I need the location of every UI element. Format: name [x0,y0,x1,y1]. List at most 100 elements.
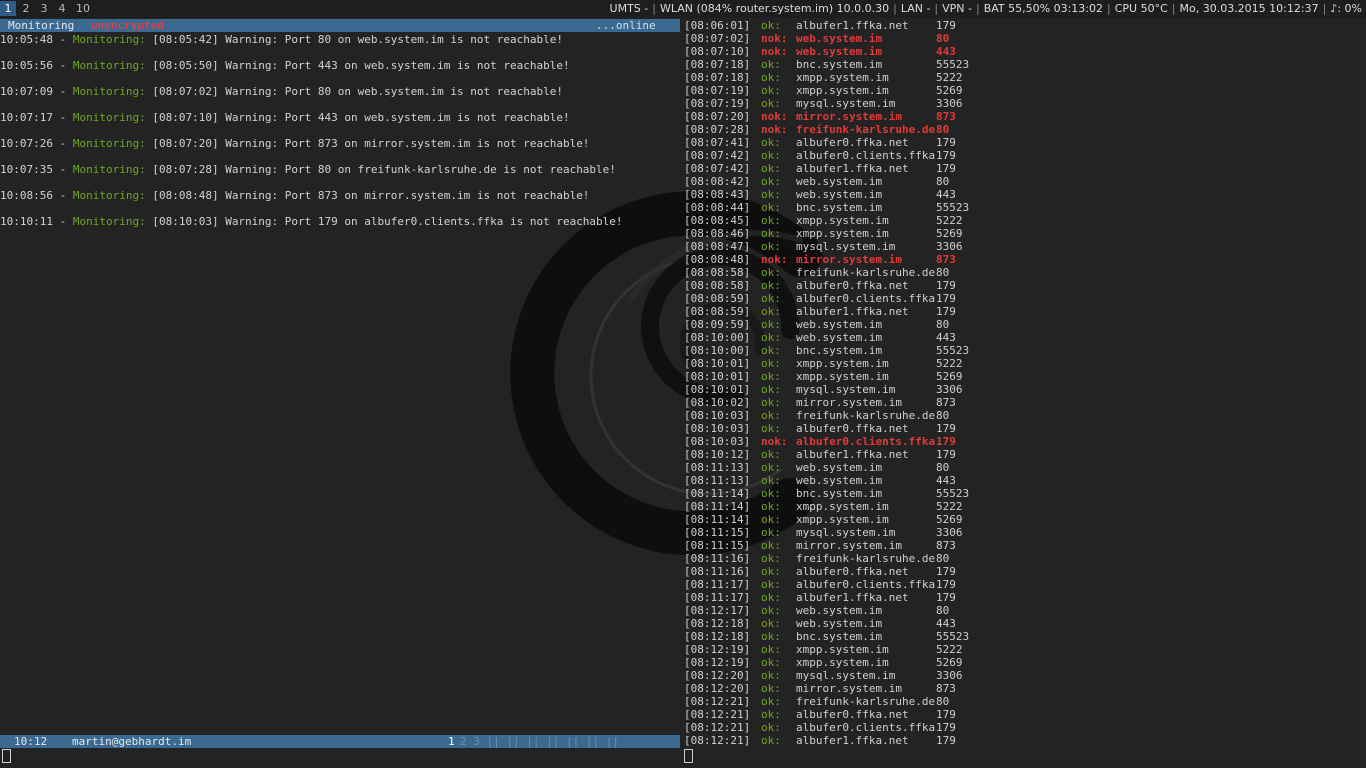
check-host: albufer0.clients.ffka [796,578,936,591]
check-port: 80 [936,604,950,617]
check-row: [08:11:17] ok: albufer1.ffka.net 179 [684,591,1366,604]
check-port: 179 [936,435,956,448]
check-time: [08:11:13] [684,461,751,474]
check-status: ok: [761,357,781,370]
check-host: albufer1.ffka.net [796,19,909,32]
check-time: [08:07:42] [684,149,751,162]
check-port: 179 [936,292,956,305]
log-line: 10:07:17 - Monitoring: [08:07:10] Warnin… [0,111,570,124]
check-status: ok: [761,396,781,409]
check-row: [08:11:14] ok: xmpp.system.im 5269 [684,513,1366,526]
check-status: ok: [761,71,781,84]
irssi-status-bar: 10:12 martin@gebhardt.im 1 2 3 || || || … [0,735,680,748]
check-row: [08:07:18] ok: xmpp.system.im 5222 [684,71,1366,84]
check-row: [08:07:28] nok: freifunk-karlsruhe.de 80 [684,123,1366,136]
check-port: 179 [936,578,956,591]
check-host: xmpp.system.im [796,643,889,656]
check-port: 80 [936,175,950,188]
status-time: 10:12 [14,735,48,748]
check-status: ok: [761,305,781,318]
check-row: [08:11:16] ok: albufer0.ffka.net 179 [684,565,1366,578]
workspace-button-4[interactable]: 4 [54,1,70,16]
check-status: ok: [761,513,781,526]
check-time: [08:08:48] [684,253,751,266]
check-status: nok: [761,435,788,448]
check-status: ok: [761,565,781,578]
check-port: 179 [936,591,956,604]
check-host: mirror.system.im [796,396,902,409]
check-port: 179 [936,448,956,461]
check-port: 873 [936,253,956,266]
check-row: [08:08:43] ok: web.system.im 443 [684,188,1366,201]
log-source: Monitoring: [72,137,146,150]
check-port: 80 [936,266,950,279]
check-host: web.system.im [796,331,883,344]
check-host: albufer0.clients.ffka [796,292,936,305]
workspace-button-10[interactable]: 10 [72,1,94,16]
check-time: [08:10:12] [684,448,751,461]
check-port: 179 [936,19,956,32]
check-time: [08:07:02] [684,32,751,45]
check-time: [08:10:02] [684,396,751,409]
window-list[interactable]: 2 3 || || || || || || || [460,735,619,748]
workspace-button-3[interactable]: 3 [36,1,52,16]
check-time: [08:07:20] [684,110,751,123]
log-line: 10:07:35 - Monitoring: [08:07:28] Warnin… [0,163,616,176]
check-port: 179 [936,721,956,734]
right-input-cursor[interactable] [684,749,693,763]
check-port: 80 [936,318,950,331]
check-host: web.system.im [796,461,883,474]
check-host: bnc.system.im [796,487,883,500]
status-user: martin@gebhardt.im [72,735,192,748]
check-host: albufer0.ffka.net [796,279,909,292]
check-host: mirror.system.im [796,253,902,266]
check-host: mysql.system.im [796,240,896,253]
check-time: [08:11:17] [684,591,751,604]
check-row: [08:07:18] ok: bnc.system.im 55523 [684,58,1366,71]
check-host: freifunk-karlsruhe.de [796,266,936,279]
log-time: 10:07:26 [0,137,53,150]
check-time: [08:11:14] [684,487,751,500]
check-status: ok: [761,552,781,565]
check-row: [08:10:03] nok: albufer0.clients.ffka 179 [684,435,1366,448]
workspace-button-1[interactable]: 1 [0,1,16,16]
left-input-cursor[interactable] [2,749,11,763]
check-status: ok: [761,136,781,149]
check-status: ok: [761,682,781,695]
check-port: 179 [936,136,956,149]
check-port: 80 [936,32,950,45]
active-window-number[interactable]: 1 [448,735,455,748]
check-time: [08:08:59] [684,292,751,305]
check-host: albufer0.clients.ffka [796,435,936,448]
check-port: 80 [936,552,950,565]
check-port: 3306 [936,669,963,682]
check-time: [08:11:17] [684,578,751,591]
check-row: [08:10:01] ok: xmpp.system.im 5269 [684,370,1366,383]
check-row: [08:07:02] nok: web.system.im 80 [684,32,1366,45]
log-source: Monitoring: [72,215,146,228]
check-host: xmpp.system.im [796,227,889,240]
check-time: [08:11:14] [684,513,751,526]
check-row: [08:07:20] nok: mirror.system.im 873 [684,110,1366,123]
check-port: 443 [936,45,956,58]
check-port: 3306 [936,526,963,539]
log-time: 10:07:35 [0,163,53,176]
check-host: mirror.system.im [796,110,902,123]
check-port: 179 [936,279,956,292]
log-time: 10:05:56 [0,59,53,72]
check-host: freifunk-karlsruhe.de [796,123,936,136]
check-status: nok: [761,32,788,45]
check-time: [08:07:10] [684,45,751,58]
log-source: Monitoring: [72,33,146,46]
check-time: [08:10:03] [684,422,751,435]
check-host: mysql.system.im [796,383,896,396]
check-time: [08:08:43] [684,188,751,201]
check-time: [08:07:41] [684,136,751,149]
check-port: 5269 [936,227,963,240]
check-status: ok: [761,331,781,344]
check-time: [08:11:16] [684,552,751,565]
workspace-button-2[interactable]: 2 [18,1,34,16]
check-time: [08:07:19] [684,84,751,97]
check-host: xmpp.system.im [796,84,889,97]
check-host: web.system.im [796,604,883,617]
